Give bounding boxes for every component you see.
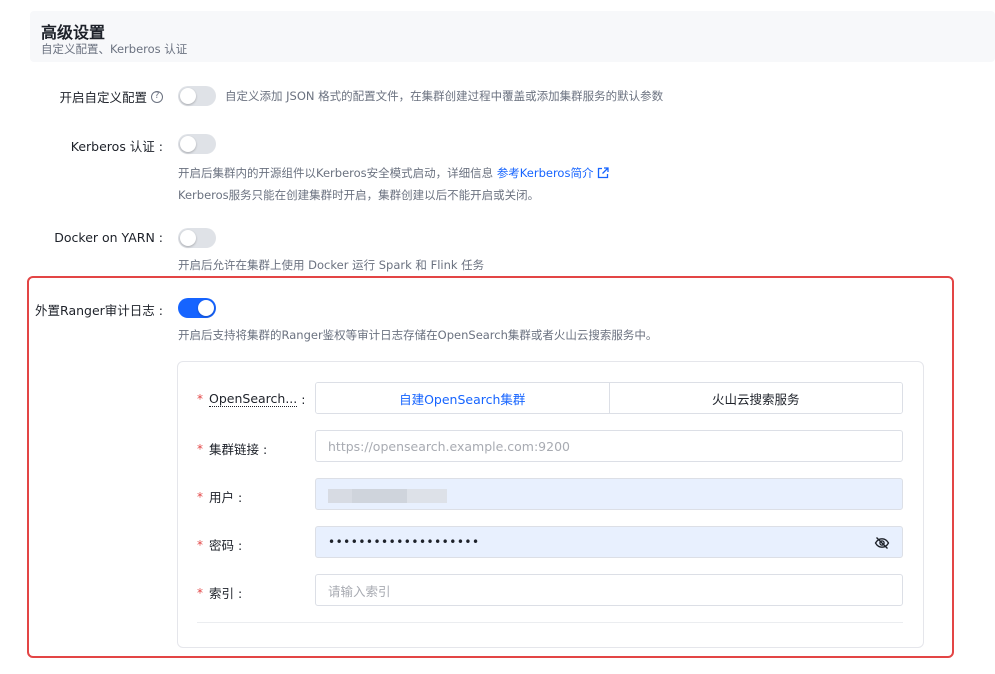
- source-segmented-control: 自建OpenSearch集群 火山云搜索服务: [315, 382, 903, 414]
- cluster-link-placeholder: https://opensearch.example.com:9200: [328, 438, 570, 454]
- custom-config-label-wrap: 开启自定义配置 ?: [59, 87, 163, 106]
- redacted-value: [352, 489, 407, 503]
- help-icon[interactable]: ?: [151, 90, 163, 103]
- eye-off-icon[interactable]: [874, 535, 890, 551]
- external-link-icon: [598, 167, 610, 179]
- section-header: 高级设置 自定义配置、Kerberos 认证: [30, 11, 995, 62]
- ranger-description: 开启后支持将集群的Ranger鉴权等审计日志存储在OpenSearch集群或者火…: [178, 328, 658, 342]
- source-label: * OpenSearch... :: [197, 391, 305, 407]
- section-title: 高级设置: [41, 23, 106, 42]
- required-mark: *: [197, 441, 203, 456]
- kerberos-toggle[interactable]: [178, 134, 216, 154]
- option-volcano-cloud-search[interactable]: 火山云搜索服务: [608, 383, 902, 413]
- toggle-knob: [198, 300, 214, 316]
- password-label: * 密码 :: [197, 535, 242, 554]
- form-divider: [197, 622, 903, 623]
- password-value: ••••••••••••••••••••: [328, 535, 480, 549]
- password-input[interactable]: ••••••••••••••••••••: [315, 526, 903, 558]
- cluster-link-label: * 集群链接 :: [197, 439, 267, 458]
- custom-config-description: 自定义添加 JSON 格式的配置文件，在集群创建过程中覆盖或添加集群服务的默认参…: [225, 89, 664, 103]
- custom-config-toggle[interactable]: [178, 86, 216, 106]
- required-mark: *: [197, 392, 203, 406]
- user-label: * 用户 :: [197, 487, 242, 506]
- cluster-link-label-text: 集群链接 :: [209, 442, 268, 457]
- opensearch-config-card: * OpenSearch... : 自建OpenSearch集群 火山云搜索服务…: [177, 361, 924, 648]
- cluster-link-input[interactable]: https://opensearch.example.com:9200: [315, 430, 903, 462]
- custom-config-label: 开启自定义配置: [59, 90, 147, 105]
- toggle-knob: [180, 136, 196, 152]
- ranger-label: 外置Ranger审计日志 :: [35, 303, 163, 318]
- section-subtitle: 自定义配置、Kerberos 认证: [41, 42, 188, 56]
- user-label-text: 用户 :: [209, 490, 243, 505]
- source-label-colon: :: [301, 391, 306, 407]
- password-label-text: 密码 :: [209, 538, 243, 553]
- kerberos-label: Kerberos 认证 :: [70, 139, 163, 154]
- required-mark: *: [197, 489, 203, 504]
- index-label: * 索引 :: [197, 583, 242, 602]
- docker-description: 开启后允许在集群上使用 Docker 运行 Spark 和 Flink 任务: [178, 258, 485, 272]
- kerberos-intro-link[interactable]: 参考Kerberos简介: [497, 166, 610, 180]
- index-label-text: 索引 :: [209, 586, 243, 601]
- docker-label: Docker on YARN :: [54, 230, 163, 245]
- index-placeholder: 请输入索引: [328, 583, 391, 599]
- kerberos-description: 开启后集群内的开源组件以Kerberos安全模式启动，详细信息 参考Kerber…: [178, 165, 610, 181]
- source-label-text: OpenSearch...: [209, 391, 298, 407]
- required-mark: *: [197, 585, 203, 600]
- kerberos-description-text: 开启后集群内的开源组件以Kerberos安全模式启动，详细信息: [178, 166, 494, 180]
- redacted-value: [407, 489, 447, 503]
- index-input[interactable]: 请输入索引: [315, 574, 903, 606]
- docker-toggle[interactable]: [178, 228, 216, 248]
- toggle-knob: [180, 88, 196, 104]
- option-self-built-opensearch[interactable]: 自建OpenSearch集群: [316, 383, 610, 413]
- redacted-value: [328, 489, 352, 503]
- ranger-toggle[interactable]: [178, 298, 216, 318]
- toggle-knob: [180, 230, 196, 246]
- kerberos-intro-link-text: 参考Kerberos简介: [496, 166, 594, 180]
- required-mark: *: [197, 537, 203, 552]
- user-input[interactable]: [315, 478, 903, 510]
- kerberos-note: Kerberos服务只能在创建集群时开启，集群创建以后不能开启或关闭。: [178, 188, 540, 202]
